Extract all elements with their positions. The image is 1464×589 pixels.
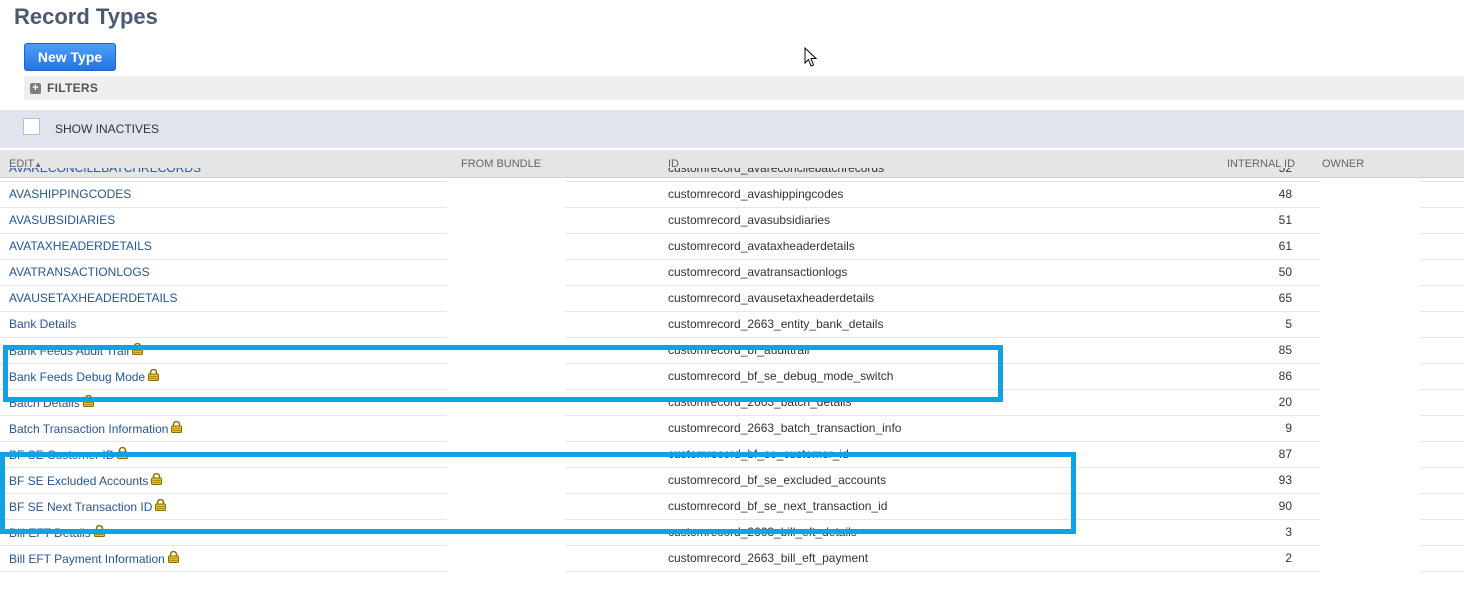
record-id: customrecord_2663_batch_transaction_info [668, 421, 902, 435]
record-id: customrecord_avareconcilebatchrecords [668, 168, 885, 175]
internal-id: 50 [1278, 265, 1292, 279]
show-inactives-label: SHOW INACTIVES [55, 122, 160, 136]
record-type-name[interactable]: Bank Details [9, 317, 76, 331]
table-row: AVATRANSACTIONLOGS customrecord_avatransa… [0, 259, 1464, 286]
internal-id: 5 [1285, 317, 1292, 331]
internal-id: 86 [1278, 369, 1292, 383]
table-row: AVARECONCILEBATCHRECORDS customrecord_ava… [0, 168, 1464, 182]
table-row: Batch Transaction Information customrecor… [0, 415, 1464, 442]
filters-bar[interactable]: + FILTERS [24, 76, 1464, 100]
highlight-box-bf-se [0, 452, 1076, 534]
new-type-button[interactable]: New Type [24, 43, 116, 71]
record-type-link[interactable]: AVASUBSIDIARIES [9, 213, 115, 227]
internal-id: 20 [1278, 395, 1292, 409]
record-type-link[interactable]: Batch Transaction Information [9, 420, 183, 436]
page-title: Record Types [14, 4, 158, 29]
filters-label[interactable]: FILTERS [47, 81, 98, 95]
record-id: customrecord_avasubsidiaries [668, 213, 831, 227]
highlight-box-bank-feeds [3, 345, 1003, 402]
internal-id: 48 [1278, 187, 1292, 201]
record-type-name[interactable]: AVASHIPPINGCODES [9, 187, 131, 201]
record-type-link[interactable]: AVASHIPPINGCODES [9, 187, 131, 201]
internal-id: 52 [1278, 168, 1292, 175]
internal-id: 90 [1278, 499, 1292, 513]
record-type-name[interactable]: AVATAXHEADERDETAILS [9, 239, 152, 253]
show-inactives-bar: SHOW INACTIVES [0, 110, 1464, 148]
internal-id: 85 [1278, 343, 1292, 357]
record-type-name[interactable]: AVAUSETAXHEADERDETAILS [9, 291, 178, 305]
internal-id: 93 [1278, 473, 1292, 487]
show-inactives-checkbox[interactable] [23, 117, 40, 135]
table-row: Bank Details customrecord_2663_entity_ban… [0, 311, 1464, 338]
record-type-link[interactable]: AVARECONCILEBATCHRECORDS [9, 168, 201, 175]
record-id: customrecord_avatransactionlogs [668, 265, 848, 279]
table-row: Bill EFT Payment Information customrecord… [0, 545, 1464, 572]
record-type-name[interactable]: AVATRANSACTIONLOGS [9, 265, 150, 279]
record-id: customrecord_2663_bill_eft_payment [668, 551, 869, 565]
table-row: AVAUSETAXHEADERDETAILS customrecord_avaus… [0, 285, 1464, 312]
record-type-link[interactable]: AVAUSETAXHEADERDETAILS [9, 291, 178, 305]
record-type-name[interactable]: Batch Transaction Information [9, 422, 168, 436]
plus-icon[interactable]: + [30, 82, 41, 94]
record-id: customrecord_avataxheaderdetails [668, 239, 855, 253]
table-row: AVASHIPPINGCODES customrecord_avashipping… [0, 181, 1464, 208]
lock-icon [167, 550, 179, 566]
lock-icon [171, 420, 183, 436]
record-id: customrecord_avausetaxheaderdetails [668, 291, 875, 305]
internal-id: 9 [1285, 421, 1292, 435]
table-row: AVASUBSIDIARIES customrecord_avasubsidiar… [0, 207, 1464, 234]
record-type-name[interactable]: AVASUBSIDIARIES [9, 213, 115, 227]
internal-id: 51 [1278, 213, 1292, 227]
redaction-owner [1320, 178, 1420, 589]
internal-id: 3 [1285, 525, 1292, 539]
mouse-cursor-icon [804, 47, 818, 67]
record-type-link[interactable]: Bank Details [9, 317, 76, 331]
record-type-name[interactable]: Bill EFT Payment Information [9, 552, 165, 566]
record-type-name[interactable]: AVARECONCILEBATCHRECORDS [9, 168, 201, 175]
record-type-link[interactable]: AVATRANSACTIONLOGS [9, 265, 150, 279]
internal-id: 2 [1285, 551, 1292, 565]
table-row: AVATAXHEADERDETAILS customrecord_avataxhe… [0, 233, 1464, 260]
record-id: customrecord_2663_entity_bank_details [668, 317, 884, 331]
record-type-link[interactable]: Bill EFT Payment Information [9, 550, 179, 566]
record-type-link[interactable]: AVATAXHEADERDETAILS [9, 239, 152, 253]
internal-id: 87 [1278, 447, 1292, 461]
record-id: customrecord_avashippingcodes [668, 187, 844, 201]
internal-id: 61 [1278, 239, 1292, 253]
internal-id: 65 [1278, 291, 1292, 305]
